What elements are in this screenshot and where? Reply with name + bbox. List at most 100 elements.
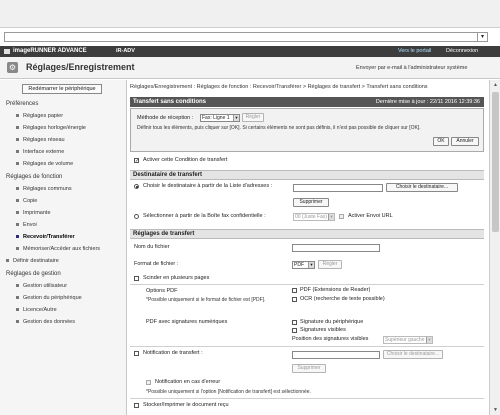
sidebar-item-external[interactable]: Interface externe	[16, 149, 64, 155]
section-header-transfer: Transfert sans conditions Dernière mise …	[130, 97, 484, 107]
chevron-down-icon: ▼	[233, 115, 239, 121]
file-format-select[interactable]: PDF ▼	[292, 261, 315, 269]
chevron-down-icon: ▼	[426, 337, 432, 343]
visible-position-label: Position des signatures visibles	[292, 336, 369, 342]
visible-signatures-checkbox[interactable]	[292, 328, 297, 333]
delete-destination-button[interactable]: Supprimer	[293, 198, 329, 207]
divider	[130, 346, 484, 347]
sidebar-item-clock[interactable]: Réglages horloge/énergie	[16, 125, 86, 131]
confidential-box-select[interactable]: 00 (Juste Fax) ▼	[293, 213, 335, 221]
visible-signatures-label: Signatures visibles	[300, 327, 346, 333]
pdf-options-note: *Possible uniquement si le format de fic…	[146, 297, 266, 303]
address-dropdown-icon[interactable]: ▾	[477, 33, 487, 41]
scrollbar-thumb[interactable]	[492, 92, 499, 232]
sidebar-group-preferences[interactable]: Préférences	[6, 101, 38, 107]
notification-choose-button[interactable]: Choisir le destinataire...	[383, 350, 443, 359]
file-format-regler-button[interactable]: Régler	[318, 260, 342, 269]
sidebar-item-license[interactable]: Licence/Autre	[16, 307, 57, 313]
pdf-reader-ext-checkbox[interactable]	[292, 288, 297, 293]
sidebar-item-volume[interactable]: Réglages de volume	[16, 161, 73, 167]
pdf-signatures-label: PDF avec signatures numériques	[146, 319, 228, 325]
split-pages-checkbox[interactable]	[134, 276, 139, 281]
scrollbar[interactable]: ▲ ▼	[489, 80, 500, 415]
sidebar-item-paper[interactable]: Réglages papier	[16, 113, 63, 119]
ocr-label: OCR (recherche de texte possible)	[300, 296, 385, 302]
visible-position-select[interactable]: Supérieur gauche ▼	[383, 336, 433, 344]
define-note: Définir tous les éléments, puis cliquer …	[137, 125, 421, 131]
last-update: Dernière mise à jour : 22/11 2016 12:39:…	[375, 99, 480, 105]
logout-link[interactable]: Déconnexion	[446, 48, 478, 54]
device-signature-label: Signature du périphérique	[300, 319, 364, 325]
divider	[130, 398, 484, 399]
sidebar-item-user-management[interactable]: Gestion utilisateur	[16, 283, 67, 289]
sidebar-group-destination[interactable]: Définir destinataire	[6, 258, 59, 264]
device-model: iR-ADV	[116, 48, 135, 54]
sidebar-item-data-management[interactable]: Gestion des données	[16, 319, 75, 325]
sidebar-item-send[interactable]: Envoi	[16, 222, 37, 228]
addr-book-radio[interactable]	[134, 184, 139, 189]
chevron-down-icon: ▼	[328, 214, 334, 220]
addr-book-label: Choisir le destinataire à partir de la L…	[143, 183, 273, 189]
sidebar-group-management[interactable]: Réglages de gestion	[6, 271, 61, 277]
pdf-reader-ext-label: PDF (Extensions de Reader)	[300, 287, 371, 293]
scroll-down-icon[interactable]: ▼	[491, 406, 500, 414]
store-print-label: Stocker/Imprimer le document reçu	[143, 402, 229, 408]
notification-field[interactable]	[292, 351, 380, 359]
ocr-checkbox[interactable]	[292, 297, 297, 302]
destination-field[interactable]	[293, 184, 383, 192]
sidebar-item-copy[interactable]: Copie	[16, 198, 37, 204]
sidebar: Redémarrer le périphérique Préférences R…	[0, 80, 127, 415]
file-format-label: Format de fichier :	[134, 261, 179, 267]
transfer-settings-header: Réglages de transfert	[130, 229, 484, 239]
breadcrumb: Réglages/Enregistrement : Réglages de fo…	[130, 84, 428, 90]
notify-error-checkbox[interactable]	[146, 380, 151, 385]
sidebar-item-network[interactable]: Réglages réseau	[16, 137, 65, 143]
canon-logo-icon	[4, 49, 10, 54]
brand-name: imageRUNNER ADVANCE	[13, 48, 87, 54]
main-content: Réglages/Enregistrement : Réglages de fo…	[128, 80, 488, 415]
activate-condition-checkbox[interactable]: ✓	[134, 158, 139, 164]
confidential-box-radio[interactable]	[134, 214, 139, 219]
regler-button[interactable]: Régler	[242, 113, 264, 122]
sidebar-group-function[interactable]: Réglages de fonction	[6, 174, 62, 180]
filename-label: Nom du fichier	[134, 244, 170, 250]
ok-button[interactable]: OK	[433, 137, 449, 146]
app-header: imageRUNNER ADVANCE iR-ADV Vers le porta…	[0, 46, 500, 57]
transfer-notification-label: Notification de transfert :	[143, 350, 203, 356]
destination-section-header: Destinataire de transfert	[130, 170, 484, 180]
settings-icon: ⚙	[7, 62, 18, 73]
portal-link[interactable]: Vers le portail	[398, 48, 431, 54]
store-print-checkbox[interactable]	[134, 403, 139, 408]
reception-panel: Méthode de réception : Fax: Ligne 1 ▼ Rég…	[130, 108, 484, 152]
pdf-options-label: Options PDF	[146, 288, 178, 294]
sidebar-item-receive-transfer[interactable]: Recevoir/Transférer	[16, 234, 75, 240]
activate-url-checkbox[interactable]	[339, 214, 344, 219]
confidential-box-label: Sélectionner à partir de la Boîte fax co…	[143, 213, 266, 219]
send-email-link[interactable]: Envoyer par e-mail à l'administrateur sy…	[356, 65, 467, 71]
page-title: Réglages/Enregistrement	[26, 62, 135, 72]
activate-condition-label: Activer cette Condition de transfert	[143, 157, 228, 163]
divider	[130, 284, 484, 285]
filename-field[interactable]	[292, 244, 380, 252]
reception-method-label: Méthode de réception :	[137, 115, 194, 121]
restart-device-button[interactable]: Redémarrer le périphérique	[22, 84, 102, 94]
address-bar[interactable]: ▾	[4, 32, 488, 42]
transfer-notification-checkbox[interactable]	[134, 351, 139, 356]
notify-error-note: *Possible uniquement si l'option [Notifi…	[146, 389, 311, 395]
sidebar-item-device-management[interactable]: Gestion du périphérique	[16, 295, 82, 301]
sidebar-item-printer[interactable]: Imprimante	[16, 210, 51, 216]
split-pages-label: Scinder en plusieurs pages	[143, 275, 210, 281]
device-signature-checkbox[interactable]	[292, 320, 297, 325]
chevron-down-icon: ▼	[308, 262, 314, 268]
notification-delete-button[interactable]: Supprimer	[292, 364, 326, 373]
notify-error-label: Notification en cas d'erreur	[155, 379, 221, 385]
browser-toolbar	[0, 0, 500, 28]
choose-destination-button[interactable]: Choisir le destinataire...	[386, 183, 458, 192]
sidebar-item-common[interactable]: Réglages communs	[16, 186, 72, 192]
cancel-button[interactable]: Annuler	[451, 137, 479, 146]
reception-method-select[interactable]: Fax: Ligne 1 ▼	[200, 114, 240, 122]
activate-url-label: Activer Envoi URL	[348, 213, 393, 219]
scroll-up-icon[interactable]: ▲	[491, 81, 500, 89]
sidebar-item-store-access[interactable]: Mémoriser/Accéder aux fichiers	[16, 246, 100, 252]
section-title: Transfert sans conditions	[133, 99, 207, 105]
